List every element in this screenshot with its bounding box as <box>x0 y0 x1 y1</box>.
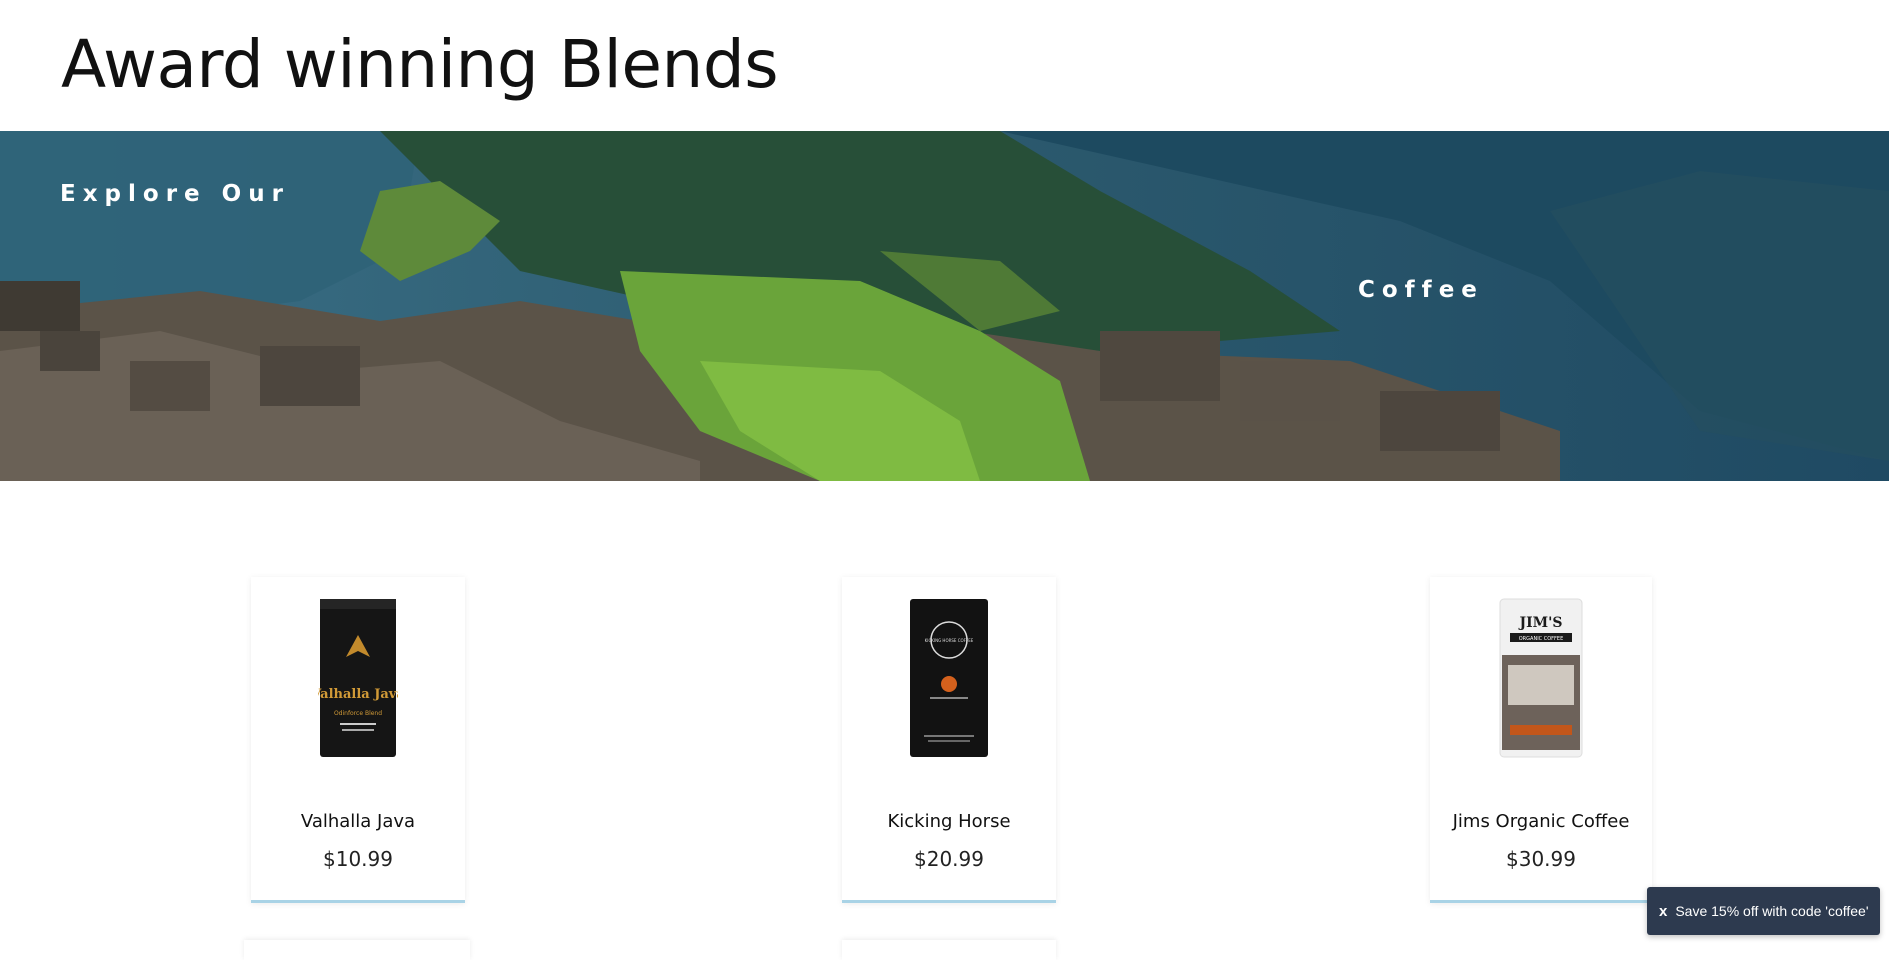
bag-brand: Valhalla Java <box>318 687 398 702</box>
coffee-bag-icon: KICKING HORSE COFFEE <box>910 599 988 757</box>
product-card-partial[interactable] <box>244 940 470 960</box>
product-name[interactable]: Jims Organic Coffee <box>1430 811 1652 832</box>
hero-banner: Explore Our Coffee <box>0 131 1889 481</box>
bag-sub: ORGANIC COFFEE <box>1519 636 1564 642</box>
product-name[interactable]: Kicking Horse <box>842 811 1056 832</box>
product-price: $20.99 <box>914 847 984 871</box>
product-card-kicking-horse[interactable]: KICKING HORSE COFFEE Kicking Horse $20.9… <box>842 577 1056 903</box>
bag-brand: KICKING HORSE COFFEE <box>925 638 974 643</box>
promo-toast: x Save 15% off with code 'coffee' <box>1647 887 1880 935</box>
coffee-bag-icon: JIM'S ORGANIC COFFEE <box>1499 598 1583 758</box>
page-title: Award winning Blends <box>61 26 779 103</box>
product-card-valhalla-java[interactable]: Valhalla Java Odinforce Blend Valhalla J… <box>251 577 465 903</box>
close-icon[interactable]: x <box>1659 903 1667 920</box>
product-price: $10.99 <box>323 847 393 871</box>
promo-text: Save 15% off with code 'coffee' <box>1675 903 1869 919</box>
product-image[interactable]: Valhalla Java Odinforce Blend <box>251 595 465 757</box>
bag-brand: JIM'S <box>1517 615 1562 631</box>
product-price: $30.99 <box>1506 847 1576 871</box>
product-image[interactable]: KICKING HORSE COFFEE <box>842 595 1056 757</box>
product-card-jims-organic[interactable]: JIM'S ORGANIC COFFEE Jims Organic Coffee… <box>1430 577 1652 903</box>
product-name[interactable]: Valhalla Java <box>251 811 465 832</box>
bag-sub: Odinforce Blend <box>334 710 382 717</box>
hero-heading-line1: Explore Our <box>60 181 290 207</box>
product-card-partial[interactable] <box>842 940 1056 960</box>
coffee-bag-icon: Valhalla Java Odinforce Blend <box>318 599 398 757</box>
product-image[interactable]: JIM'S ORGANIC COFFEE <box>1430 595 1652 758</box>
hero-heading-line2: Coffee <box>1358 277 1484 303</box>
